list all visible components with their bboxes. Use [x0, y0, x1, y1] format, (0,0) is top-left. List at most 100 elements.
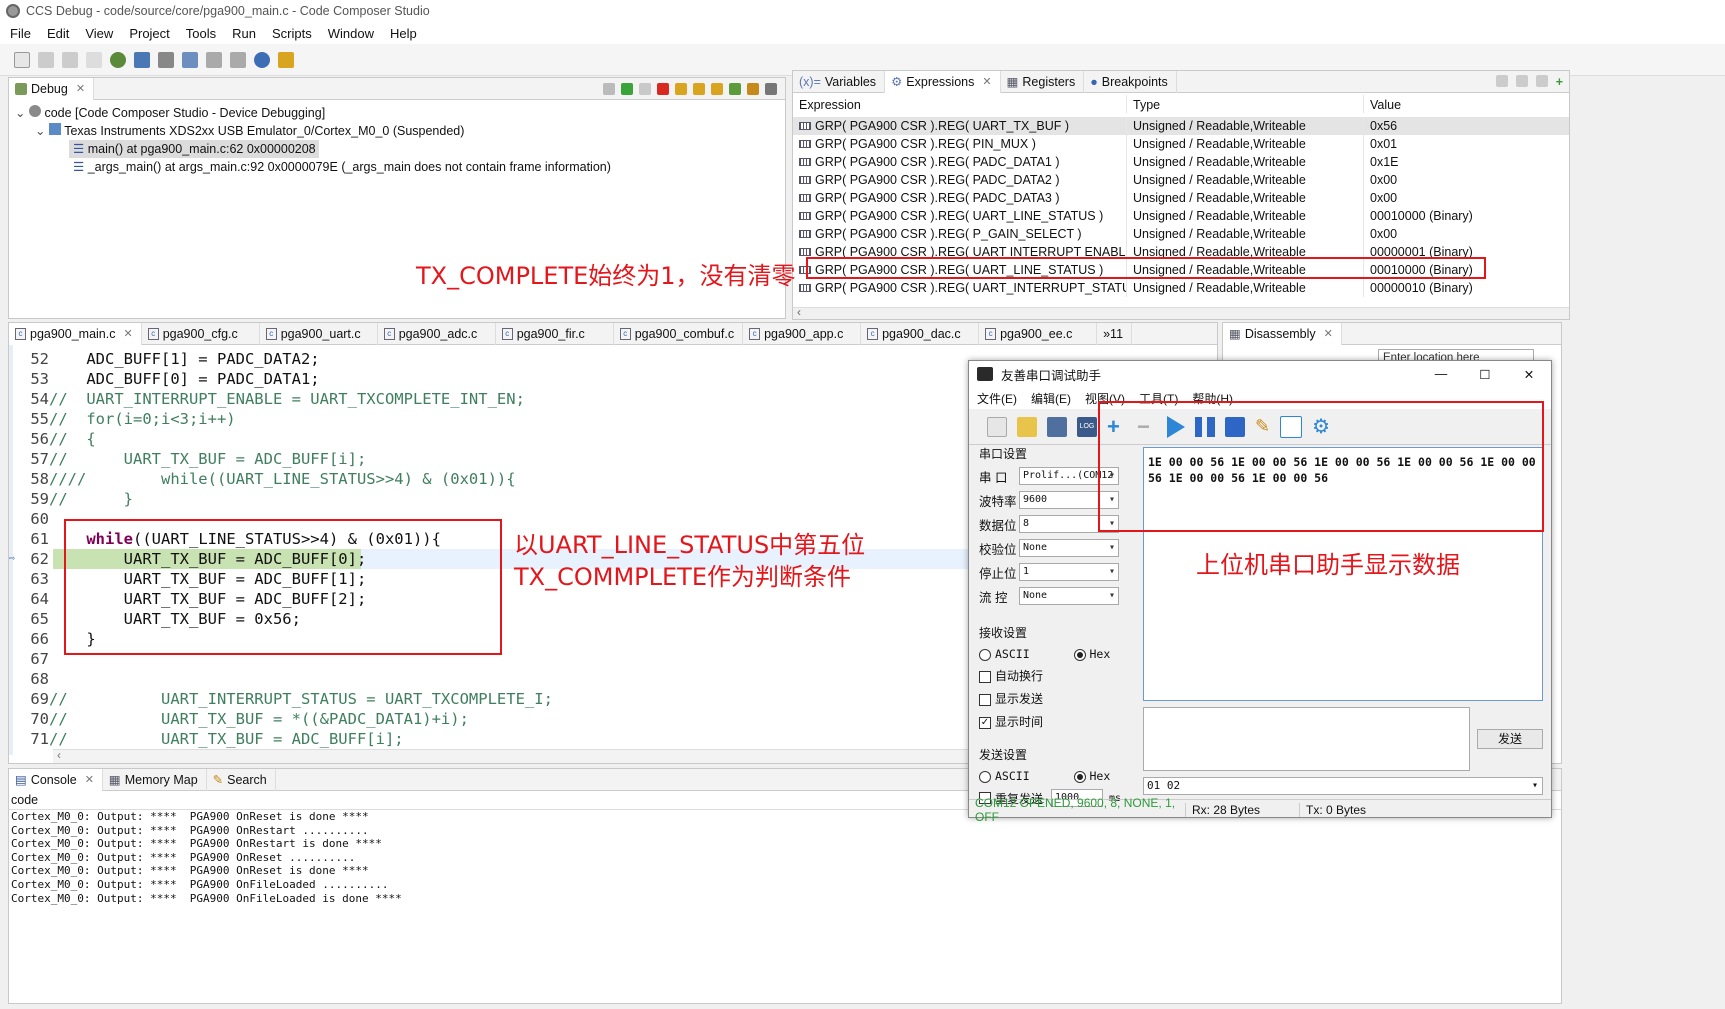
view-menu-icon[interactable] — [765, 82, 777, 95]
send-button[interactable]: 发送 — [1477, 729, 1543, 749]
new-icon[interactable] — [987, 416, 1007, 437]
column-value[interactable]: Value — [1363, 95, 1569, 113]
suspend-icon[interactable] — [639, 82, 651, 95]
show-send-checkbox[interactable] — [979, 693, 991, 706]
send-ascii-radio[interactable] — [979, 770, 991, 783]
flash-icon[interactable] — [158, 51, 174, 68]
step-icon[interactable] — [230, 51, 246, 68]
properties-icon[interactable] — [86, 51, 102, 68]
debug-view-icon[interactable] — [134, 51, 150, 68]
setting-combo[interactable]: 1 — [1019, 563, 1119, 581]
connect-icon[interactable] — [254, 51, 270, 68]
expression-row[interactable]: GRP( PGA900 CSR ).REG( UART_LINE_STATUS … — [793, 207, 1569, 225]
step-into-icon[interactable] — [675, 82, 687, 95]
menu-tools[interactable]: Tools — [186, 26, 216, 41]
menu-help[interactable]: Help — [390, 26, 417, 41]
expression-row[interactable]: GRP( PGA900 CSR ).REG( UART_TX_BUF ) Unsi… — [793, 117, 1569, 135]
serial-menu-edit[interactable]: 编辑(E) — [1031, 390, 1071, 407]
terminate-icon[interactable] — [657, 82, 669, 95]
open-icon[interactable] — [1017, 416, 1037, 437]
expression-row[interactable]: GRP( PGA900 CSR ).REG( P_GAIN_SELECT ) Un… — [793, 225, 1569, 243]
editor-tab[interactable]: »11 — [1097, 322, 1133, 345]
send-textarea[interactable] — [1143, 707, 1470, 771]
add-expression-icon[interactable]: + — [1556, 75, 1563, 89]
menu-edit[interactable]: Edit — [47, 26, 69, 41]
expression-row[interactable]: GRP( PGA900 CSR ).REG( PADC_DATA2 ) Unsig… — [793, 171, 1569, 189]
expression-row[interactable]: GRP( PGA900 CSR ).REG( PADC_DATA1 ) Unsig… — [793, 153, 1569, 171]
step-return-icon[interactable] — [711, 82, 723, 95]
send-history-combo[interactable]: 01 02 ▾ — [1143, 777, 1543, 795]
collapse-icon[interactable] — [1495, 74, 1508, 87]
editor-tab[interactable]: c pga900_main.c ✕ — [9, 322, 142, 345]
register-icon — [799, 230, 811, 238]
restart-icon[interactable] — [206, 51, 222, 68]
send-hex-radio[interactable] — [1073, 770, 1086, 783]
save-all-icon[interactable] — [62, 51, 78, 68]
menu-scripts[interactable]: Scripts — [272, 26, 312, 41]
serial-menu-file[interactable]: 文件(E) — [977, 390, 1017, 407]
resume-icon[interactable] — [621, 82, 633, 95]
tab-breakpoints[interactable]: ● Breakpoints — [1084, 70, 1177, 93]
save-icon[interactable] — [38, 51, 54, 68]
save-icon[interactable] — [1047, 416, 1067, 437]
menu-run[interactable]: Run — [232, 26, 256, 41]
column-expression[interactable]: Expression — [793, 95, 1126, 113]
recv-hex-radio[interactable] — [1073, 648, 1086, 661]
tree-item-emulator[interactable]: ⌄ Texas Instruments XDS2xx USB Emulator_… — [15, 122, 785, 140]
editor-tab[interactable]: c pga900_cfg.c — [142, 322, 260, 345]
asm-step-icon[interactable] — [729, 82, 741, 95]
step-over-icon[interactable] — [693, 82, 705, 95]
menu-window[interactable]: Window — [328, 26, 374, 41]
build-icon[interactable] — [110, 51, 126, 68]
tree-item-session[interactable]: ⌄ code [Code Composer Studio - Device De… — [15, 104, 785, 122]
show-time-checkbox[interactable]: ✓ — [979, 716, 991, 729]
tab-search[interactable]: ✎ Search — [207, 768, 276, 791]
close-icon[interactable]: ✕ — [982, 71, 991, 93]
close-icon[interactable]: ✕ — [123, 323, 132, 345]
tab-expressions[interactable]: ⚙ Expressions ✕ — [885, 70, 1001, 93]
editor-tab[interactable]: c pga900_dac.c — [861, 322, 980, 345]
tree-item-main-frame[interactable]: ☰ main() at pga900_main.c:62 0x00000208 — [69, 140, 319, 158]
c-file-icon: c — [985, 327, 997, 340]
close-icon[interactable]: ✕ — [85, 769, 94, 791]
tab-disassembly[interactable]: ▦ Disassembly ✕ — [1223, 322, 1342, 345]
editor-tab[interactable]: c pga900_app.c — [743, 322, 862, 345]
tab-registers[interactable]: ▦ Registers — [1001, 70, 1085, 93]
menu-project[interactable]: Project — [129, 26, 169, 41]
minimize-icon[interactable] — [1535, 74, 1548, 87]
maximize-button[interactable]: ☐ — [1463, 367, 1507, 382]
tools-icon[interactable] — [278, 51, 294, 68]
close-button[interactable]: ✕ — [1507, 367, 1551, 382]
close-icon[interactable]: ✕ — [76, 78, 85, 100]
expression-row[interactable]: GRP( PGA900 CSR ).REG( PADC_DATA3 ) Unsig… — [793, 189, 1569, 207]
minimize-button[interactable]: — — [1419, 367, 1463, 381]
menu-view[interactable]: View — [85, 26, 113, 41]
auto-wrap-checkbox[interactable] — [979, 670, 991, 683]
close-icon[interactable]: ✕ — [1324, 323, 1333, 345]
column-type[interactable]: Type — [1126, 95, 1363, 113]
layout-icon[interactable] — [1515, 74, 1528, 87]
expression-row[interactable]: GRP( PGA900 CSR ).REG( PIN_MUX ) Unsigned… — [793, 135, 1569, 153]
tree-item-args-frame[interactable]: ☰ _args_main() at args_main.c:92 0x00000… — [15, 158, 785, 176]
log-icon[interactable]: LOG — [1077, 416, 1097, 437]
editor-tab[interactable]: c pga900_ee.c — [979, 322, 1098, 345]
editor-tab[interactable]: c pga900_combuf.c — [614, 322, 744, 345]
editor-tab[interactable]: c pga900_adc.c — [378, 322, 496, 345]
setting-combo[interactable]: None — [1019, 539, 1119, 557]
tab-variables[interactable]: (x)= Variables — [793, 70, 886, 93]
editor-tab[interactable]: c pga900_fir.c — [496, 322, 614, 345]
load-icon[interactable] — [182, 51, 198, 68]
tab-console[interactable]: ▤ Console ✕ — [9, 768, 103, 791]
recv-ascii-radio[interactable] — [979, 648, 991, 661]
menu-file[interactable]: File — [10, 26, 31, 41]
tab-memory-map[interactable]: ▦ Memory Map — [103, 768, 207, 791]
expression-row[interactable]: GRP( PGA900 CSR ).REG( UART_INTERRUPT_ST… — [793, 279, 1569, 297]
editor-tab[interactable]: c pga900_uart.c — [260, 322, 378, 345]
expressions-h-scrollbar[interactable]: ‹ — [793, 305, 1569, 319]
tab-debug[interactable]: Debug ✕ — [9, 77, 95, 100]
setting-combo[interactable]: None — [1019, 587, 1119, 605]
send-ascii-label: ASCII — [995, 769, 1030, 783]
terminate-all-icon[interactable] — [603, 82, 615, 95]
new-icon[interactable] — [14, 51, 30, 68]
reset-icon[interactable] — [747, 82, 759, 95]
